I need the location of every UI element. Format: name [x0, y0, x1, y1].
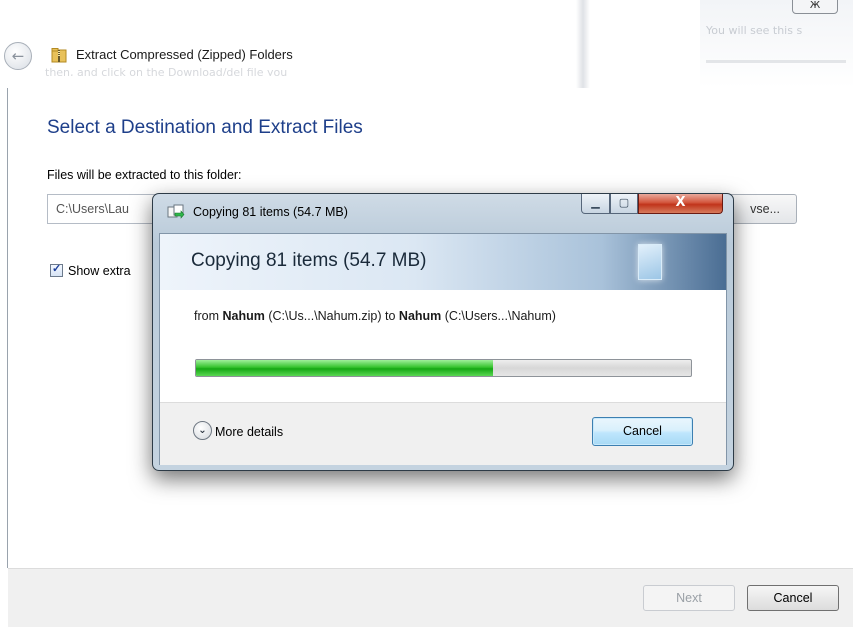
window-controls: ▁ ▢ X: [581, 194, 723, 215]
wizard-title: Extract Compressed (Zipped) Folders: [76, 47, 293, 62]
wizard-cancel-button[interactable]: Cancel: [747, 585, 839, 611]
copy-progress-dialog: Copying 81 items (54.7 MB) ▁ ▢ X Copying…: [152, 193, 734, 471]
next-button[interactable]: Next: [643, 585, 735, 611]
source-path: (C:\Us...\Nahum.zip) to: [264, 309, 399, 323]
dialog-banner: Copying 81 items (54.7 MB): [160, 234, 726, 290]
from-prefix: from: [194, 309, 223, 323]
dialog-body: Copying 81 items (54.7 MB) from Nahum (C…: [159, 233, 727, 465]
back-arrow-icon[interactable]: ←: [4, 42, 32, 70]
destination-path: (C:\Users...\Nahum): [441, 309, 556, 323]
copy-progress-bar: [195, 359, 692, 377]
dialog-cancel-button[interactable]: Cancel: [592, 417, 693, 446]
source-name: Nahum: [222, 309, 265, 323]
minimize-icon[interactable]: ▁: [581, 194, 610, 214]
show-extracted-checkbox-row[interactable]: Show extra: [50, 262, 131, 278]
show-extracted-label: Show extra: [68, 264, 131, 278]
document-graphic-icon: [638, 244, 662, 280]
more-details-chevron-icon[interactable]: ⌄: [193, 421, 212, 440]
page-heading: Select a Destination and Extract Files: [47, 117, 363, 138]
dialog-title: Copying 81 items (54.7 MB): [193, 205, 348, 219]
copy-source-destination: from Nahum (C:\Us...\Nahum.zip) to Nahum…: [194, 309, 556, 323]
zip-folder-icon: [51, 48, 67, 63]
close-icon[interactable]: X: [638, 194, 723, 214]
destination-name: Nahum: [398, 309, 442, 323]
ghost-text: You will see this s: [706, 24, 803, 37]
banner-title: Copying 81 items (54.7 MB): [191, 250, 427, 271]
more-details-link[interactable]: More details: [215, 425, 283, 439]
progress-fill: [196, 360, 493, 376]
window-left-border: [7, 88, 8, 568]
copy-icon: [167, 204, 185, 219]
background-divider: [576, 0, 590, 88]
background-close-icon[interactable]: ж: [792, 0, 838, 14]
show-extracted-checkbox[interactable]: [50, 262, 63, 277]
destination-label: Files will be extracted to this folder:: [47, 168, 242, 182]
ghost-under-text: then, and click on the Download/del file…: [45, 66, 288, 76]
maximize-icon[interactable]: ▢: [610, 194, 638, 214]
